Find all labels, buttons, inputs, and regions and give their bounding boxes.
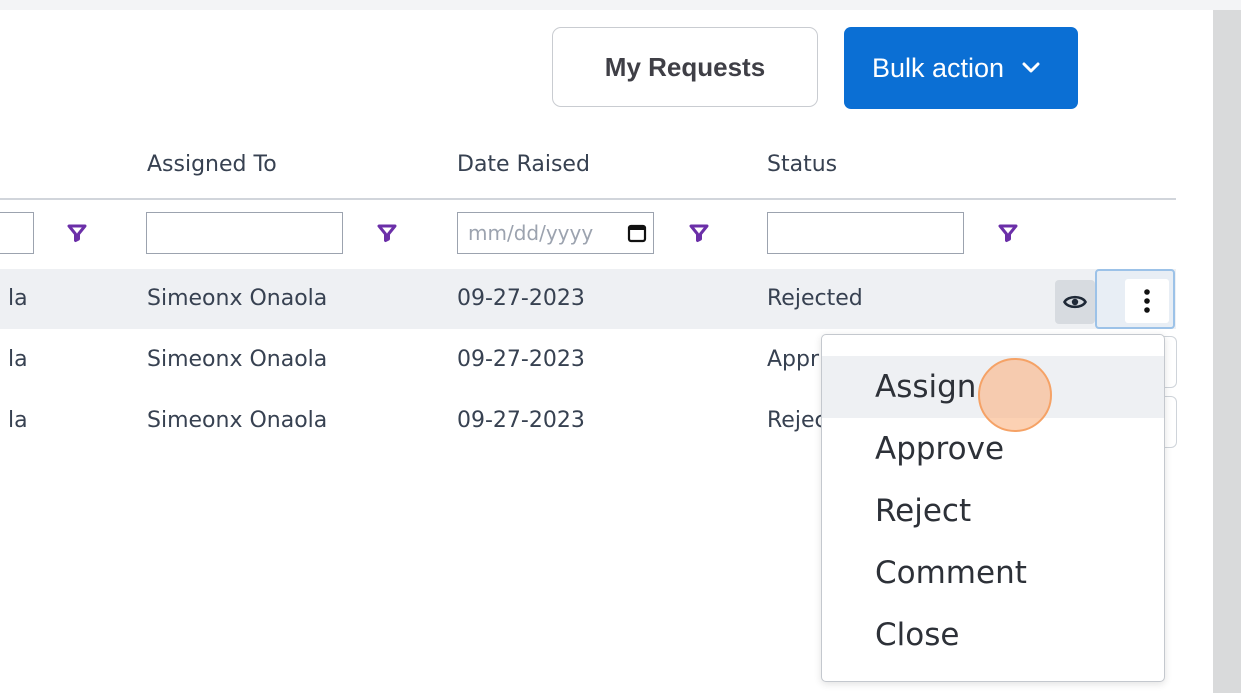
header-divider: [0, 198, 1176, 200]
date-raised-cell: 09-27-2023: [457, 408, 585, 433]
column-header-status: Status: [767, 152, 838, 177]
requester-cell: la: [8, 408, 28, 433]
assigned-to-cell: Simeonx Onaola: [147, 286, 328, 311]
filter-funnel-icon[interactable]: [376, 222, 398, 244]
assigned-to-cell: Simeonx Onaola: [147, 347, 328, 372]
eye-icon: [1063, 295, 1087, 309]
menu-item-approve[interactable]: Approve: [822, 418, 1164, 480]
column-header-date-raised: Date Raised: [457, 152, 590, 177]
top-strip: [0, 0, 1241, 10]
my-requests-button[interactable]: My Requests: [552, 27, 818, 107]
bulk-action-label: Bulk action: [872, 52, 1005, 83]
column-header-assigned-to: Assigned To: [147, 152, 277, 177]
filter-funnel-icon[interactable]: [688, 222, 710, 244]
calendar-icon[interactable]: [627, 223, 647, 243]
assigned-to-cell: Simeonx Onaola: [147, 408, 328, 433]
row-actions-button[interactable]: [1095, 269, 1175, 329]
menu-item-reject[interactable]: Reject: [822, 480, 1164, 542]
status-cell: Rejec: [767, 408, 827, 433]
requester-cell: la: [8, 286, 28, 311]
date-raised-cell: 09-27-2023: [457, 347, 585, 372]
status-cell: Appr: [767, 347, 820, 372]
bulk-action-button[interactable]: Bulk action: [844, 27, 1078, 109]
requester-cell: la: [8, 347, 28, 372]
row-actions-menu: Assign Approve Reject Comment Close: [821, 334, 1165, 682]
filter-funnel-icon[interactable]: [66, 222, 88, 244]
view-button[interactable]: [1055, 280, 1095, 324]
menu-item-assign[interactable]: Assign: [822, 356, 1164, 418]
filter-funnel-icon[interactable]: [997, 222, 1019, 244]
requester-filter-input[interactable]: [0, 212, 34, 254]
status-filter-input[interactable]: [767, 212, 964, 254]
date-raised-filter-input[interactable]: mm/dd/yyyy: [457, 212, 654, 254]
assigned-to-filter-input[interactable]: [146, 212, 343, 254]
right-scroll-gutter: [1213, 10, 1241, 693]
chevron-down-icon: [1022, 62, 1040, 74]
table-row[interactable]: la Simeonx Onaola 09-27-2023 Rejected: [0, 269, 1176, 329]
kebab-vertical-icon: [1144, 289, 1150, 313]
menu-item-comment[interactable]: Comment: [822, 542, 1164, 604]
menu-item-close[interactable]: Close: [822, 604, 1164, 666]
status-cell: Rejected: [767, 286, 863, 311]
date-placeholder: mm/dd/yyyy: [468, 221, 594, 245]
date-raised-cell: 09-27-2023: [457, 286, 585, 311]
